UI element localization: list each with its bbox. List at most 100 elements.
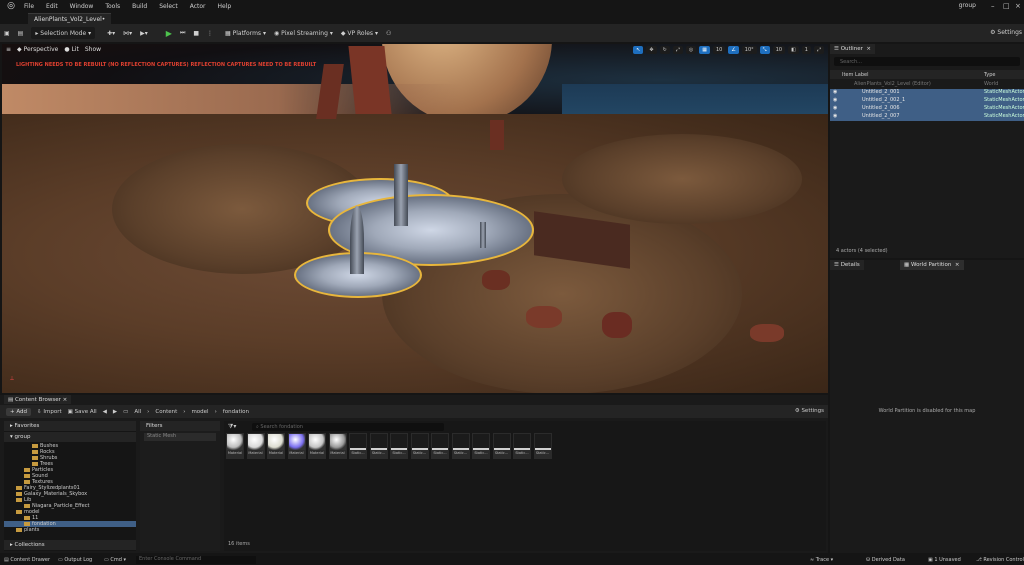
derived-data-button[interactable]: ⛁ Derived Data xyxy=(866,557,905,563)
breadcrumb-model[interactable]: model xyxy=(191,409,208,415)
rotation-snap-toggle[interactable]: ∠ xyxy=(728,46,739,54)
level-tab[interactable]: AlienPlants_Vol2_Level• xyxy=(28,13,112,24)
visibility-eye-icon[interactable]: ◉ xyxy=(833,113,837,119)
asset-tile[interactable]: Static... xyxy=(410,433,429,459)
item-label-column[interactable]: Item Label xyxy=(842,72,868,78)
cinematics-icon[interactable]: ▶▾ xyxy=(136,27,152,39)
selection-mode-dropdown[interactable]: ▸ Selection Mode ▾ xyxy=(31,27,96,39)
unreal-logo-icon[interactable]: ◎ xyxy=(4,0,18,12)
blueprint-icon[interactable]: ⋈▾ xyxy=(119,27,136,39)
save-all-button[interactable]: ▣ Save All xyxy=(68,409,97,415)
visibility-eye-icon[interactable]: ◉ xyxy=(833,105,837,111)
stop-icon[interactable]: ■ xyxy=(189,27,203,39)
tower[interactable] xyxy=(350,206,364,274)
pixel-streaming-button[interactable]: ◉ Pixel Streaming ▾ xyxy=(270,27,337,39)
cmd-dropdown[interactable]: ▭ Cmd ▾ xyxy=(104,557,126,563)
level-viewport[interactable]: ≡ ◆ Perspective ● Lit Show LIGHTING NEED… xyxy=(2,44,828,393)
asset-tile[interactable]: Static... xyxy=(369,433,388,459)
menu-select[interactable]: Select xyxy=(153,3,184,10)
asset-tile[interactable]: Static... xyxy=(431,433,449,459)
scale-snap-toggle[interactable]: ⤡ xyxy=(759,46,770,54)
details-tab[interactable]: ☰ Details xyxy=(830,260,864,270)
rotation-snap-value[interactable]: 10° xyxy=(741,46,757,54)
show-button[interactable]: Show xyxy=(85,46,101,53)
menu-window[interactable]: Window xyxy=(64,3,100,10)
back-icon[interactable]: ◀ xyxy=(103,409,107,415)
content-icon[interactable]: ▤ xyxy=(14,27,28,39)
collections-section[interactable]: ▸ Collections xyxy=(4,540,136,550)
folder-tree-item[interactable]: plants xyxy=(4,527,136,533)
visibility-eye-icon[interactable]: ◉ xyxy=(833,97,837,103)
menu-build[interactable]: Build xyxy=(126,3,153,10)
grid-snap-value[interactable]: 10 xyxy=(712,46,726,54)
filter-icon[interactable]: ⧩▾ xyxy=(228,423,236,431)
output-log-button[interactable]: ▭ Output Log xyxy=(58,557,92,563)
revision-control-button[interactable]: ⎇ Revision Control xyxy=(976,557,1024,563)
menu-edit[interactable]: Edit xyxy=(40,3,64,10)
world-space-icon[interactable]: ◎ xyxy=(685,46,697,54)
outliner-row[interactable]: ◉ Untitled_2_007 StaticMeshActor xyxy=(830,113,1024,121)
asset-tile[interactable]: Material xyxy=(246,433,265,459)
minimize-icon[interactable]: – xyxy=(991,2,995,10)
camera-speed-value[interactable]: 1 xyxy=(801,46,811,54)
world-row[interactable]: AlienPlants_Vol2_Level (Editor) World xyxy=(830,81,1024,89)
asset-tile[interactable]: Static... xyxy=(472,433,490,459)
asset-tile[interactable]: Static... xyxy=(349,433,367,459)
step-icon[interactable]: ⏭ xyxy=(176,27,189,39)
asset-tile[interactable]: Material xyxy=(267,433,285,459)
console-input[interactable]: Enter Console Command xyxy=(136,556,256,564)
asset-tile[interactable]: Static... xyxy=(451,433,470,459)
asset-tile[interactable]: Material xyxy=(308,433,326,459)
asset-tile[interactable]: Material xyxy=(287,433,306,459)
import-button[interactable]: ⇩ Import xyxy=(37,409,62,415)
outliner-row[interactable]: ◉ Untitled_2_001 StaticMeshActor xyxy=(830,89,1024,97)
outliner-row[interactable]: ◉ Untitled_2_002_1 StaticMeshActor xyxy=(830,97,1024,105)
forward-icon[interactable]: ▶ xyxy=(113,409,117,415)
settings-button[interactable]: ⚙ Settings xyxy=(990,29,1022,36)
outliner-row[interactable]: ◉ Untitled_2_006 StaticMeshActor xyxy=(830,105,1024,113)
outliner-search-input[interactable]: Search... xyxy=(834,57,1020,66)
menu-actor[interactable]: Actor xyxy=(184,3,212,10)
content-drawer-button[interactable]: ▤ Content Drawer xyxy=(4,557,50,563)
asset-tile[interactable]: Static... xyxy=(390,433,408,459)
viewport-menu-icon[interactable]: ≡ xyxy=(6,46,11,53)
asset-tile[interactable]: Static... xyxy=(492,433,511,459)
close-icon[interactable]: × xyxy=(1015,2,1021,10)
trace-button[interactable]: ≈ Trace ▾ xyxy=(810,557,833,563)
asset-tile[interactable]: Material xyxy=(328,433,347,459)
menu-tools[interactable]: Tools xyxy=(99,3,126,10)
play-options-icon[interactable]: ⋮ xyxy=(203,27,217,39)
visibility-eye-icon[interactable]: ◉ xyxy=(833,89,837,95)
menu-help[interactable]: Help xyxy=(212,3,238,10)
maximize-viewport-icon[interactable]: ⤢ xyxy=(813,46,824,54)
outliner-tab[interactable]: ☰ Outliner × xyxy=(830,44,875,54)
folder-icon[interactable]: ▭ xyxy=(123,409,128,415)
asset-tile[interactable]: Static... xyxy=(513,433,531,459)
scale-snap-value[interactable]: 10 xyxy=(772,46,786,54)
add-button[interactable]: + Add xyxy=(6,407,32,416)
play-icon[interactable]: ▶ xyxy=(162,27,176,39)
multi-user-icon[interactable]: ⚇ xyxy=(382,27,395,39)
group-section[interactable]: ▾ group xyxy=(4,432,136,442)
breadcrumb-all[interactable]: All xyxy=(134,409,141,415)
platforms-button[interactable]: ▦ Platforms ▾ xyxy=(221,27,270,39)
cb-settings-button[interactable]: ⚙ Settings xyxy=(795,408,824,414)
world-partition-tab[interactable]: ▦ World Partition × xyxy=(900,260,964,270)
save-icon[interactable]: ▣ xyxy=(0,27,14,39)
grid-snap-toggle[interactable]: ▦ xyxy=(699,46,710,54)
favorites-section[interactable]: ▸ Favorites xyxy=(4,421,136,431)
type-column[interactable]: Type xyxy=(984,72,995,78)
perspective-button[interactable]: ◆ Perspective xyxy=(17,46,58,53)
scale-icon[interactable]: ⤢ xyxy=(672,46,683,54)
asset-tile[interactable]: Static... xyxy=(533,433,552,459)
select-tool-icon[interactable]: ↖ xyxy=(633,46,644,54)
asset-search-input[interactable]: ⌕ Search fondation xyxy=(252,423,444,431)
camera-speed-icon[interactable]: ◧ xyxy=(788,46,799,54)
breadcrumb-fondation[interactable]: fondation xyxy=(223,409,249,415)
menu-file[interactable]: File xyxy=(18,3,40,10)
lit-button[interactable]: ● Lit xyxy=(64,46,79,53)
unsaved-button[interactable]: ▣ 1 Unsaved xyxy=(928,557,961,563)
vp-roles-button[interactable]: ◆ VP Roles ▾ xyxy=(337,27,382,39)
rotate-icon[interactable]: ↻ xyxy=(659,46,670,54)
tower[interactable] xyxy=(394,164,408,226)
